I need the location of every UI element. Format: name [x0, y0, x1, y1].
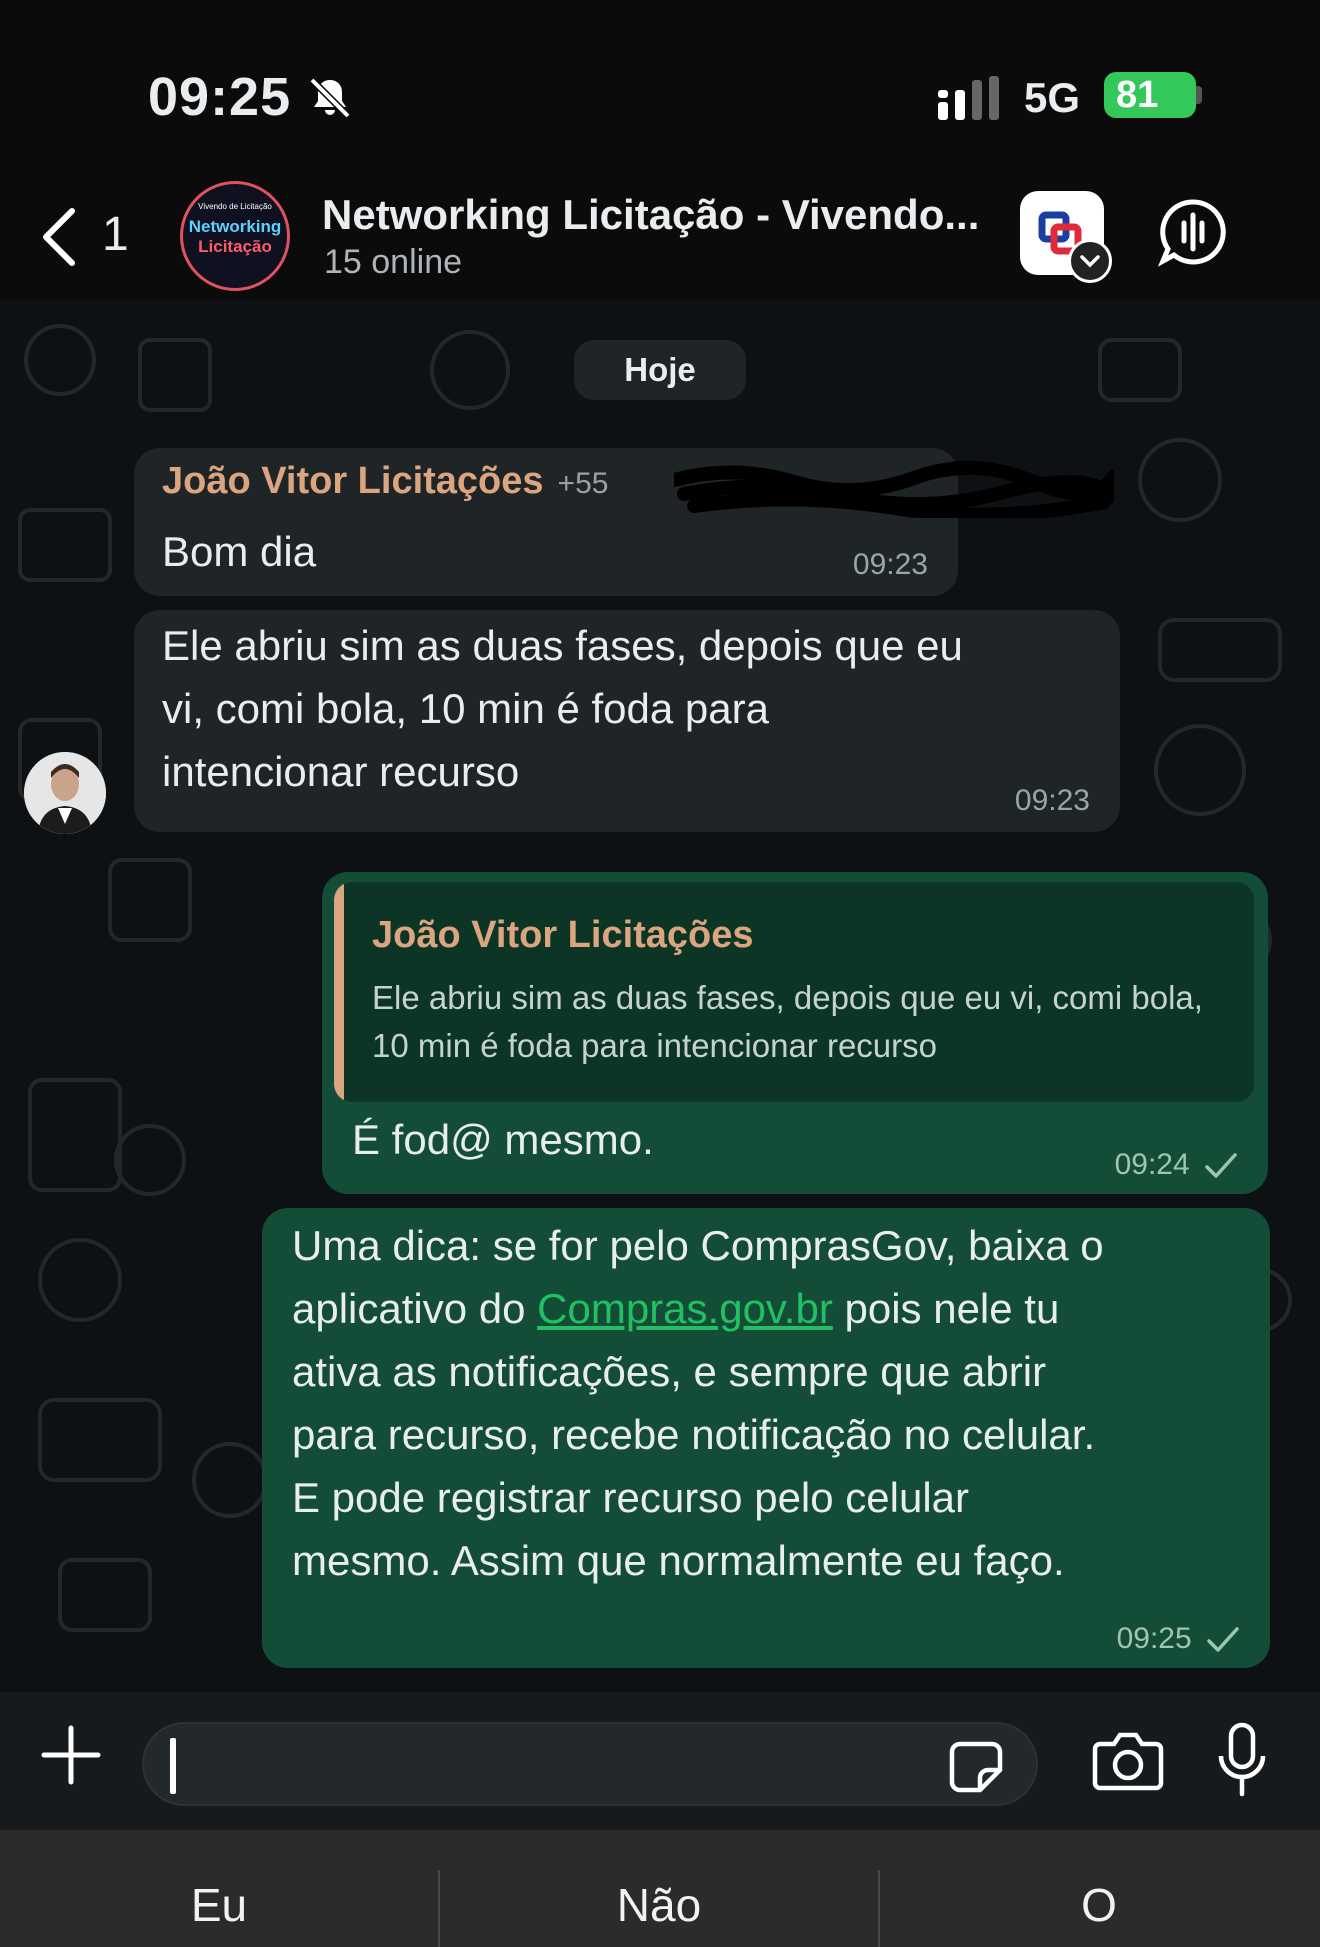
message-text: Uma dica: se for pelo ComprasGov, baixa …	[292, 1222, 1104, 1584]
status-bar: 09:25 5G 81	[0, 0, 1320, 175]
composer-bar	[0, 1692, 1320, 1830]
signal-icon	[938, 76, 999, 120]
message-text: Ele abriu sim as duas fases, depois que …	[162, 622, 963, 795]
message-time: 09:25	[1116, 1622, 1192, 1655]
quote-accent-bar	[334, 882, 344, 1102]
chevron-down-icon[interactable]	[1068, 239, 1112, 283]
chat-area[interactable]: Hoje João Vitor Licitações +55 Bom dia 09…	[0, 300, 1320, 1692]
status-time: 09:25	[148, 67, 292, 127]
suggestion-item[interactable]: O	[880, 1830, 1318, 1947]
quoted-text: Ele abriu sim as duas fases, depois que …	[372, 979, 1203, 1064]
microphone-icon[interactable]	[1216, 1722, 1268, 1798]
group-avatar[interactable]: Vivendo de Licitação Networking Licitaçã…	[180, 181, 290, 291]
quoted-sender: João Vitor Licitações	[372, 914, 754, 956]
message-meta: 09:25	[1117, 1622, 1240, 1656]
sender-avatar[interactable]	[24, 752, 106, 834]
date-chip: Hoje	[574, 340, 746, 400]
battery-tip	[1196, 86, 1202, 104]
sender-phone: +55	[557, 467, 609, 500]
incoming-message[interactable]: João Vitor Licitações +55 Bom dia 09:23	[134, 448, 1114, 596]
unread-count[interactable]: 1	[102, 207, 129, 262]
text-caret	[170, 1738, 176, 1794]
network-type: 5G	[1024, 74, 1081, 121]
battery-indicator: 81	[1104, 72, 1196, 118]
back-chevron-icon[interactable]	[36, 205, 84, 269]
message-time: 09:23	[852, 548, 928, 581]
sent-check-icon	[1205, 1153, 1237, 1178]
message-input[interactable]	[142, 1722, 1038, 1806]
sticker-icon[interactable]	[948, 1740, 1004, 1794]
outgoing-message[interactable]: Uma dica: se for pelo ComprasGov, baixa …	[262, 1208, 1270, 1668]
sender-name[interactable]: João Vitor Licitações	[162, 460, 544, 502]
message-meta: 09:24	[1115, 1148, 1238, 1182]
compras-link[interactable]: Compras.gov.br	[537, 1285, 833, 1332]
chat-title[interactable]: Networking Licitação - Vivendo...	[322, 191, 1002, 239]
redaction-scribble	[674, 461, 1114, 518]
chat-subtitle: 15 online	[324, 243, 463, 281]
camera-icon[interactable]	[1092, 1730, 1164, 1792]
message-text: Bom dia	[162, 528, 317, 575]
voice-call-icon[interactable]	[1158, 197, 1228, 267]
suggestion-item[interactable]: Eu	[0, 1830, 438, 1947]
message-time: 09:23	[1014, 784, 1090, 817]
message-text: É fod@ mesmo.	[352, 1116, 654, 1163]
chat-header: 1 Vivendo de Licitação Networking Licita…	[0, 175, 1320, 300]
outgoing-message[interactable]: João Vitor Licitações Ele abriu sim as d…	[322, 872, 1268, 1194]
sender-line: João Vitor Licitações +55	[162, 460, 608, 503]
suggestion-item[interactable]: Não	[440, 1830, 878, 1947]
quoted-message[interactable]: João Vitor Licitações Ele abriu sim as d…	[334, 882, 1254, 1102]
person-avatar-icon	[24, 752, 106, 834]
keyboard-suggestion-bar: Eu Não O	[0, 1830, 1320, 1947]
battery-level: 81	[1116, 74, 1159, 116]
message-time: 09:24	[1114, 1148, 1190, 1181]
bell-muted-icon	[309, 77, 351, 119]
sent-check-icon	[1207, 1627, 1239, 1652]
plus-icon[interactable]	[38, 1722, 104, 1788]
incoming-message[interactable]: Ele abriu sim as duas fases, depois que …	[134, 610, 1120, 832]
compras-app-icon[interactable]	[1020, 191, 1112, 283]
